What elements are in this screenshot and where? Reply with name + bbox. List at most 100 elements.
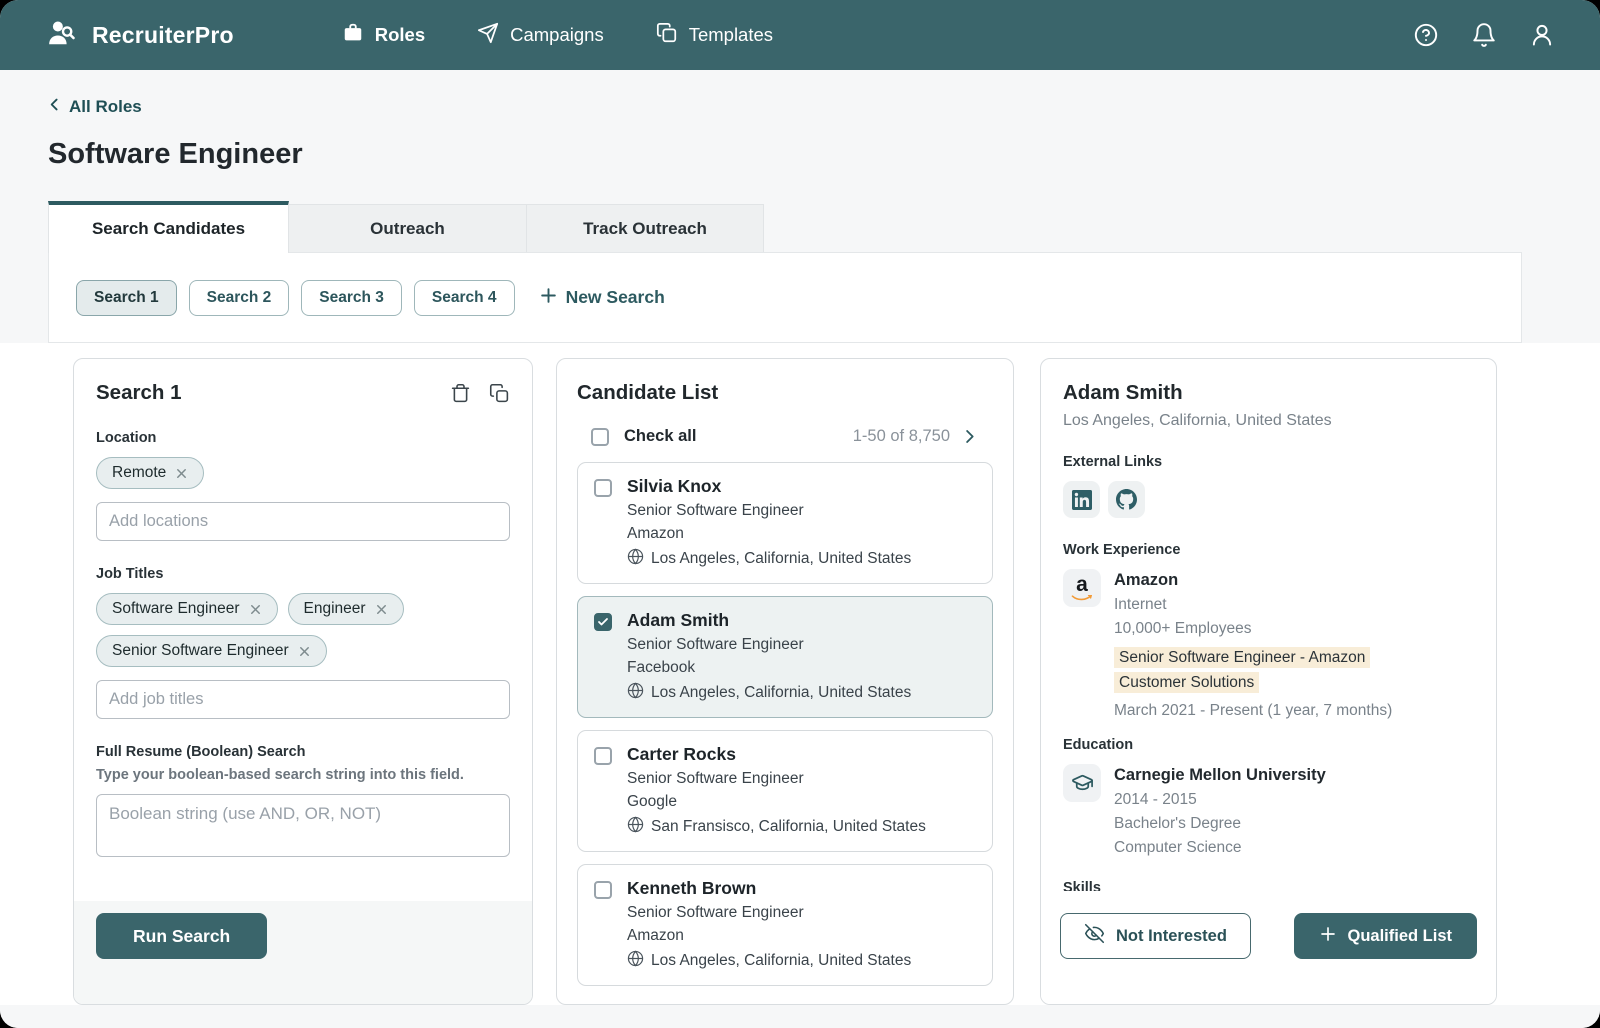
not-interested-button[interactable]: Not Interested [1060,913,1251,959]
candidate-card-selected[interactable]: Adam Smith Senior Software Engineer Face… [577,596,993,718]
job-title-tag: Engineer [288,593,404,625]
brand[interactable]: RecruiterPro [44,18,234,53]
breadcrumb-all-roles[interactable]: All Roles [0,70,142,118]
boolean-search-input[interactable] [96,794,510,857]
add-locations-input[interactable] [96,502,510,541]
top-navbar: RecruiterPro Roles Campaigns [0,0,1600,70]
work-experience-label: Work Experience [1063,542,1474,558]
education-school: Carnegie Mellon University [1114,766,1326,785]
workspace: Search 1 [0,343,1600,1005]
candidate-title: Senior Software Engineer [627,502,911,520]
eye-off-icon [1084,923,1105,949]
globe-icon [627,950,644,972]
education-label: Education [1063,737,1474,753]
candidate-checkbox[interactable] [594,881,612,899]
candidate-checkbox[interactable] [594,479,612,497]
nav-item-roles[interactable]: Roles [342,22,425,49]
search-pill-3[interactable]: Search 3 [301,280,402,316]
location-label: Location [96,430,510,446]
new-search-button[interactable]: New Search [539,286,665,310]
tag-label: Engineer [304,600,366,618]
qualified-list-button[interactable]: Qualified List [1294,913,1477,959]
candidate-name: Kenneth Brown [627,878,911,899]
remove-tag-icon[interactable] [298,645,311,658]
globe-icon [627,682,644,704]
location-tag: Remote [96,457,204,489]
amazon-logo-letter: a [1076,574,1088,595]
candidate-company: Amazon [627,927,911,945]
candidate-card[interactable]: Silvia Knox Senior Software Engineer Ama… [577,462,993,584]
send-icon [477,22,499,49]
search-pill-4[interactable]: Search 4 [414,280,515,316]
saved-searches-bar: Search 1 Search 2 Search 3 Search 4 New … [48,252,1522,343]
tag-label: Software Engineer [112,600,240,618]
github-icon[interactable] [1108,481,1145,518]
location-tags: Remote [96,457,510,489]
candidate-company: Amazon [627,525,911,543]
next-page-icon[interactable] [960,427,979,446]
delete-search-icon[interactable] [449,382,471,404]
globe-icon [627,548,644,570]
brand-name: RecruiterPro [92,22,234,49]
tag-label: Senior Software Engineer [112,642,289,660]
candidate-location: San Fransisco, California, United States [651,818,926,836]
job-title-tag: Senior Software Engineer [96,635,327,667]
candidate-checkbox[interactable] [594,747,612,765]
external-links-label: External Links [1063,454,1474,470]
nav-item-label: Roles [375,24,425,46]
tab-outreach[interactable]: Outreach [289,204,527,252]
nav-items: Roles Campaigns Templates [342,22,773,49]
user-icon[interactable] [1528,21,1556,49]
remove-tag-icon[interactable] [249,603,262,616]
nav-item-label: Campaigns [510,24,604,46]
candidate-list-header: Check all 1-50 of 8,750 [577,427,993,446]
check-all-label: Check all [624,427,696,446]
duplicate-search-icon[interactable] [488,382,510,404]
candidate-card[interactable]: Kenneth Brown Senior Software Engineer A… [577,864,993,986]
work-dates: March 2021 - Present (1 year, 7 months) [1114,702,1426,720]
tag-label: Remote [112,464,166,482]
result-range: 1-50 of 8,750 [853,427,950,446]
job-title-tags: Software Engineer Engineer [96,593,510,667]
work-title-highlight: Senior Software Engineer - Amazon Custom… [1114,647,1370,693]
job-title-tag: Software Engineer [96,593,278,625]
candidate-profile-panel: Adam Smith Los Angeles, California, Unit… [1040,358,1497,1005]
education-degree: Bachelor's Degree [1114,815,1326,833]
chevron-left-icon [46,96,63,118]
search-panel-title: Search 1 [96,381,181,405]
check-all-checkbox[interactable] [591,428,609,446]
candidate-card[interactable]: Carter Rocks Senior Software Engineer Go… [577,730,993,852]
plus-icon [1319,925,1337,948]
education-years: 2014 - 2015 [1114,791,1326,809]
nav-item-campaigns[interactable]: Campaigns [477,22,604,49]
boolean-search-help: Type your boolean-based search string in… [96,767,510,783]
linkedin-icon[interactable] [1063,481,1100,518]
help-icon[interactable] [1412,21,1440,49]
nav-right [1412,21,1556,49]
candidate-list-panel: Candidate List Check all 1-50 of 8,750 [556,358,1014,1005]
boolean-search-label: Full Resume (Boolean) Search [96,744,510,760]
globe-icon [627,816,644,838]
profile-footer: Not Interested Qualified List [1041,891,1496,1004]
nav-item-templates[interactable]: Templates [656,22,773,49]
work-employees: 10,000+ Employees [1114,620,1426,638]
remove-tag-icon[interactable] [175,467,188,480]
tab-track-outreach[interactable]: Track Outreach [527,204,764,252]
bell-icon[interactable] [1470,21,1498,49]
candidate-checkbox[interactable] [594,613,612,631]
job-titles-label: Job Titles [96,566,510,582]
recruiter-search-logo-icon [44,18,78,53]
candidate-location: Los Angeles, California, United States [651,550,911,568]
search-form-panel: Search 1 [73,358,533,1005]
search-form-footer: Run Search [74,901,532,1004]
search-pill-1[interactable]: Search 1 [76,280,177,316]
run-search-button[interactable]: Run Search [96,913,267,959]
add-job-titles-input[interactable] [96,680,510,719]
profile-location: Los Angeles, California, United States [1063,412,1474,430]
page-body: All Roles Software Engineer Search Candi… [0,70,1600,1028]
candidate-name: Adam Smith [627,610,911,631]
nav-item-label: Templates [689,24,773,46]
tab-search-candidates[interactable]: Search Candidates [48,201,289,253]
remove-tag-icon[interactable] [375,603,388,616]
search-pill-2[interactable]: Search 2 [189,280,290,316]
